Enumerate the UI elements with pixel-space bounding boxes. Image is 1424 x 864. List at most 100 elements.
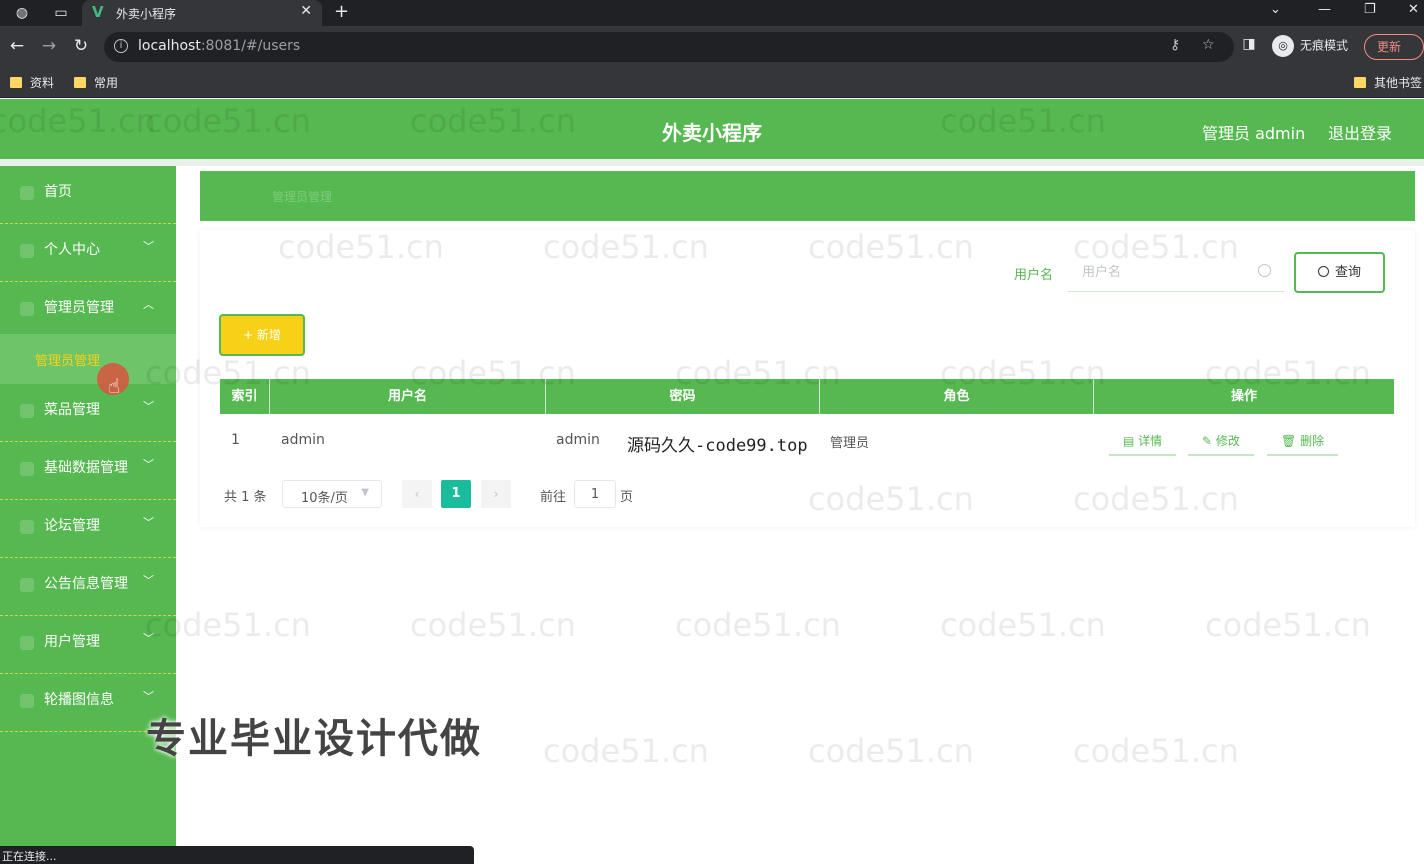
incognito-indicator[interactable]: ◎ 无痕模式 <box>1272 35 1348 57</box>
column-header-password: 密码 <box>546 379 820 414</box>
sidebar-item-label: 论坛管理 <box>44 518 100 534</box>
pagination-total: 共 1 条 <box>224 490 267 505</box>
goto-unit-label: 页 <box>620 490 634 505</box>
column-header-index: 索引 <box>220 379 270 414</box>
site-info-icon[interactable]: i <box>114 39 128 53</box>
minimize-icon[interactable]: — <box>1318 2 1331 17</box>
browser-tab-bar: ◍ ▭ V 外卖小程序 ✕ + ⌄ — ❐ ✕ <box>0 0 1424 26</box>
watermark: code51.cn <box>940 606 1106 644</box>
tab-overview-icon[interactable]: ▭ <box>52 4 70 22</box>
close-window-icon[interactable]: ✕ <box>1408 2 1419 17</box>
chevron-down-icon: ﹀ <box>143 516 154 529</box>
other-bookmarks[interactable]: 其他书签 <box>1354 74 1422 91</box>
back-icon[interactable]: ← <box>6 36 28 56</box>
sidebar-subitem-label: 管理员管理 <box>35 354 101 369</box>
watermark: code51.cn <box>410 606 576 644</box>
chevron-down-icon: ﹀ <box>143 458 154 471</box>
sidebar-item-base-data[interactable]: 基础数据管理 ﹀ <box>0 442 176 500</box>
key-icon[interactable]: ⚷ <box>1170 37 1180 53</box>
folder-icon <box>74 77 86 88</box>
chevron-up-icon: ︿ <box>143 298 154 311</box>
image-icon <box>20 694 34 708</box>
search-label: 用户名 <box>1014 268 1054 283</box>
add-button[interactable]: + 新增 <box>219 314 305 356</box>
overlay-site-text: 源码久久-code99.top <box>627 436 808 456</box>
chevron-down-icon: ﹀ <box>143 240 154 253</box>
goto-label: 前往 <box>540 490 567 505</box>
address-bar[interactable]: i localhost:8081/#/users ⚷ ☆ <box>104 32 1234 62</box>
sidebar-item-home[interactable]: 首页 <box>0 166 176 224</box>
column-header-username: 用户名 <box>270 379 546 414</box>
document-icon: ▤ <box>1123 434 1139 448</box>
sidebar-item-profile[interactable]: 个人中心 ﹀ <box>0 224 176 282</box>
cell-username: admin <box>281 432 325 448</box>
sidebar-item-label: 菜品管理 <box>44 402 100 418</box>
update-button[interactable]: 更新 <box>1364 34 1424 60</box>
sidebar-item-dishes[interactable]: 菜品管理 ﹀ <box>0 384 176 442</box>
bookmark-folder[interactable]: 资料 <box>10 74 54 91</box>
new-tab-icon[interactable]: + <box>334 1 349 22</box>
sidebar-item-label: 个人中心 <box>44 242 100 258</box>
admin-icon <box>20 302 34 316</box>
restore-icon[interactable]: ❐ <box>1364 2 1376 17</box>
sidebar-item-forum[interactable]: 论坛管理 ﹀ <box>0 500 176 558</box>
next-page-button[interactable]: › <box>481 480 511 508</box>
reload-icon[interactable]: ↻ <box>70 36 92 56</box>
detail-button[interactable]: ▤ 详情 <box>1109 432 1177 456</box>
trash-icon: 🗑 <box>1281 434 1301 448</box>
bookmark-folder[interactable]: 常用 <box>74 74 118 91</box>
goto-page-input[interactable] <box>574 480 616 508</box>
prev-page-button[interactable]: ‹ <box>402 480 432 508</box>
chevron-down-icon: ﹀ <box>143 690 154 703</box>
forum-icon <box>20 520 34 534</box>
table-header: 索引 用户名 密码 角色 操作 <box>220 379 1394 414</box>
dish-icon <box>20 404 34 418</box>
url-text[interactable]: localhost:8081/#/users <box>138 38 300 54</box>
incognito-icon: ◎ <box>1272 35 1294 57</box>
sidebar-item-label: 管理员管理 <box>44 300 114 316</box>
sidebar-item-label: 基础数据管理 <box>44 460 128 476</box>
chevron-down-icon: ﹀ <box>143 632 154 645</box>
close-tab-icon[interactable]: ✕ <box>300 3 312 19</box>
column-header-role: 角色 <box>820 379 1094 414</box>
star-icon[interactable]: ☆ <box>1202 37 1215 53</box>
watermark: code51.cn <box>543 732 709 770</box>
forward-icon[interactable]: → <box>38 36 60 56</box>
column-header-actions: 操作 <box>1230 389 1257 404</box>
folder-icon <box>1354 77 1366 88</box>
browser-toolbar: ← → ↻ i localhost:8081/#/users ⚷ ☆ ◨ ◎ 无痕… <box>0 26 1424 68</box>
database-icon <box>20 462 34 476</box>
sidebar-item-label: 轮播图信息 <box>44 692 114 708</box>
home-icon <box>20 186 34 200</box>
folder-icon <box>10 77 22 88</box>
user-icon <box>20 244 34 258</box>
cell-index: 1 <box>231 432 240 448</box>
vue-favicon-icon: V <box>92 3 104 21</box>
delete-button[interactable]: 🗑 删除 <box>1267 432 1339 456</box>
tab-search-icon[interactable]: ⌄ <box>1270 2 1281 17</box>
watermark: code51.cn <box>1073 732 1239 770</box>
sidebar-item-admin-management[interactable]: 管理员管理 ︿ <box>0 282 176 334</box>
page-number[interactable]: 1 <box>441 480 471 508</box>
hand-cursor-icon: ☝ <box>108 374 121 398</box>
clear-icon[interactable] <box>1258 264 1271 277</box>
globe-icon[interactable]: ◍ <box>13 4 31 22</box>
page-size-select[interactable]: 10条/页 ▼ <box>282 480 382 508</box>
breadcrumb: 管理员管理 <box>200 171 1415 221</box>
sidebar-item-users[interactable]: 用户管理 ﹀ <box>0 616 176 674</box>
search-button[interactable]: 查询 <box>1294 252 1385 293</box>
notice-icon <box>20 578 34 592</box>
edit-button[interactable]: ✎ 修改 <box>1188 432 1254 456</box>
breadcrumb-item[interactable]: 管理员管理 <box>272 188 332 205</box>
cell-role: 管理员 <box>830 436 870 451</box>
bookmarks-bar: 资料 常用 其他书签 <box>0 68 1424 98</box>
username-search-input[interactable] <box>1068 254 1284 292</box>
browser-status-bar: 正在连接... <box>0 846 474 864</box>
logout-link[interactable]: 退出登录 <box>1328 120 1392 144</box>
browser-tab[interactable]: V 外卖小程序 ✕ <box>82 0 322 26</box>
sidebar-item-notices[interactable]: 公告信息管理 ﹀ <box>0 558 176 616</box>
watermark: code51.cn <box>675 606 841 644</box>
sidebar-subitem-admin-management[interactable]: 管理员管理 <box>0 334 176 384</box>
side-panel-icon[interactable]: ◨ <box>1238 36 1260 52</box>
chevron-down-icon: ﹀ <box>143 574 154 587</box>
